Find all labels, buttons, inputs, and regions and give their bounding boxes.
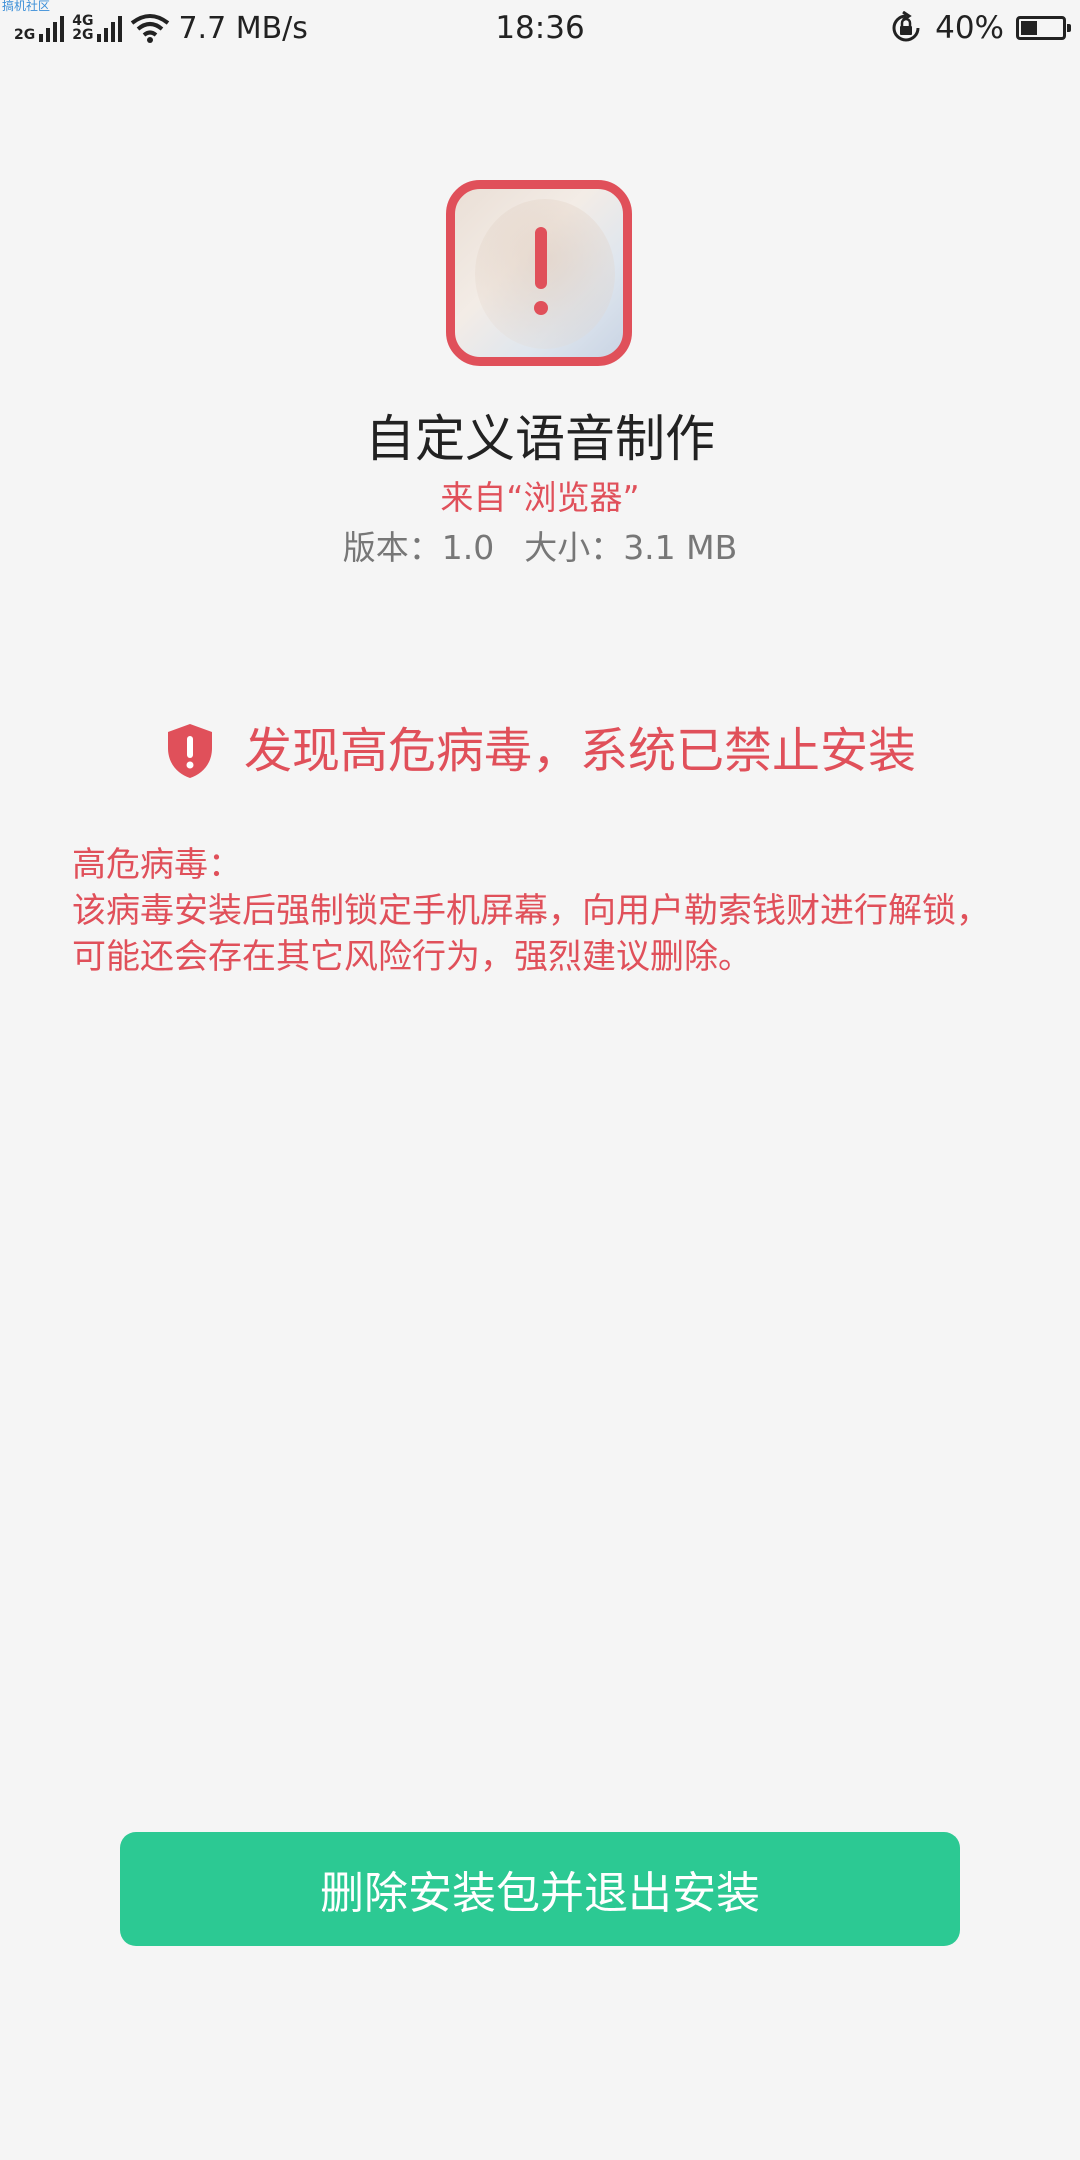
status-right: 40% bbox=[889, 8, 1071, 48]
install-blocked-screen: 搞机社区 2G 4G 2G 7.7 MB/s 18:36 40% 自定义语音制作… bbox=[0, 0, 1080, 2160]
battery-fill bbox=[1021, 21, 1037, 35]
app-version: 版本：1.0 bbox=[342, 528, 495, 567]
app-size: 大小：3.1 MB bbox=[524, 528, 738, 567]
exclamation-dot bbox=[534, 301, 548, 315]
delete-and-exit-button[interactable]: 删除安装包并退出安装 bbox=[120, 1832, 960, 1946]
app-source: 来自“浏览器” bbox=[440, 478, 640, 517]
app-icon bbox=[446, 180, 632, 366]
battery-percent: 40% bbox=[935, 10, 1004, 46]
exclamation-icon bbox=[535, 227, 547, 289]
shield-warning-icon bbox=[167, 724, 212, 778]
virus-detail-text: 该病毒安装后强制锁定手机屏幕，向用户勒索钱财进行解锁，可能还会存在其它风险行为，… bbox=[72, 891, 990, 977]
app-name: 自定义语音制作 bbox=[365, 410, 715, 468]
virus-details: 高危病毒： 该病毒安装后强制锁定手机屏幕，向用户勒索钱财进行解锁，可能还会存在其… bbox=[72, 842, 1008, 980]
status-bar: 搞机社区 2G 4G 2G 7.7 MB/s 18:36 40% bbox=[0, 0, 1080, 56]
warning-banner: 发现高危病毒，系统已禁止安装 bbox=[0, 716, 1080, 786]
virus-detail-label: 高危病毒： bbox=[72, 845, 242, 885]
warning-title: 发现高危病毒，系统已禁止安装 bbox=[243, 723, 916, 779]
rotation-lock-icon bbox=[892, 11, 920, 42]
battery-icon bbox=[1016, 16, 1071, 40]
app-meta: 版本：1.0 大小：3.1 MB bbox=[0, 524, 1080, 572]
